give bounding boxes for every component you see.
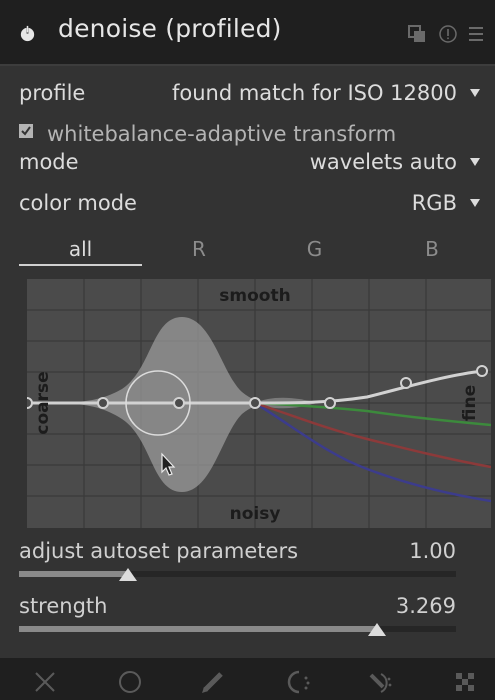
graph-label-smooth: smooth [219, 286, 290, 306]
dropdown-arrow-icon [470, 89, 480, 97]
curve-node [27, 397, 33, 409]
denoise-curve-graph[interactable]: smooth noisy coarse fine [27, 279, 491, 528]
slider-knob[interactable] [368, 623, 387, 636]
curve-node [173, 397, 185, 409]
curve-node [400, 377, 412, 389]
reset-icon[interactable] [438, 24, 458, 44]
slider-track[interactable] [19, 571, 456, 577]
blend-off-icon[interactable] [32, 669, 58, 695]
slider-label: strength [19, 594, 108, 618]
blend-raster-icon[interactable] [452, 669, 478, 695]
strength-slider[interactable]: strength 3.269 [19, 594, 456, 644]
blend-modes-bar [0, 658, 495, 700]
mode-value: wavelets auto [309, 150, 457, 174]
whitebalance-checkbox[interactable] [19, 124, 33, 138]
dropdown-arrow-icon [470, 158, 480, 166]
slider-value: 3.269 [395, 594, 456, 618]
adjust-autoset-slider[interactable]: adjust autoset parameters 1.00 [19, 539, 456, 589]
blend-drawn-parametric-icon[interactable] [367, 669, 393, 695]
module-header: denoise (profiled) [0, 0, 495, 64]
presets-icon[interactable] [407, 24, 427, 44]
profile-value: found match for ISO 12800 [171, 81, 457, 105]
curve-node [324, 397, 336, 409]
active-tab-indicator [19, 264, 142, 266]
profile-label: profile [19, 81, 86, 105]
curve-node [249, 397, 261, 409]
slider-fill [19, 571, 129, 577]
graph-label-fine: fine [460, 385, 480, 421]
tab-b[interactable]: B [373, 237, 491, 261]
curve-node [97, 397, 109, 409]
slider-track[interactable] [19, 626, 456, 632]
curve-node [476, 365, 488, 377]
slider-label: adjust autoset parameters [19, 539, 299, 563]
menu-icon[interactable] [466, 24, 486, 44]
color-mode-value: RGB [411, 191, 457, 215]
graph-label-noisy: noisy [230, 504, 281, 524]
module-title: denoise (profiled) [58, 14, 282, 43]
slider-value: 1.00 [409, 539, 456, 563]
blend-drawn-icon[interactable] [200, 669, 226, 695]
whitebalance-label: whitebalance-adaptive transform [47, 122, 397, 146]
power-icon[interactable] [18, 24, 37, 43]
profile-combobox[interactable]: profile found match for ISO 12800 [19, 81, 481, 109]
dropdown-arrow-icon [470, 199, 480, 207]
tab-r[interactable]: R [142, 237, 256, 261]
tab-all[interactable]: all [19, 237, 142, 261]
mode-label: mode [19, 150, 79, 174]
curve-b [254, 401, 491, 503]
color-mode-label: color mode [19, 191, 137, 215]
header-separator [0, 64, 495, 66]
tab-g[interactable]: G [256, 237, 373, 261]
slider-knob[interactable] [119, 568, 138, 581]
graph-label-coarse: coarse [33, 371, 53, 434]
slider-fill [19, 626, 378, 632]
mode-combobox[interactable]: mode wavelets auto [19, 150, 481, 178]
blend-uniform-icon[interactable] [117, 669, 143, 695]
color-mode-combobox[interactable]: color mode RGB [19, 191, 481, 219]
blend-parametric-icon[interactable] [286, 669, 312, 695]
